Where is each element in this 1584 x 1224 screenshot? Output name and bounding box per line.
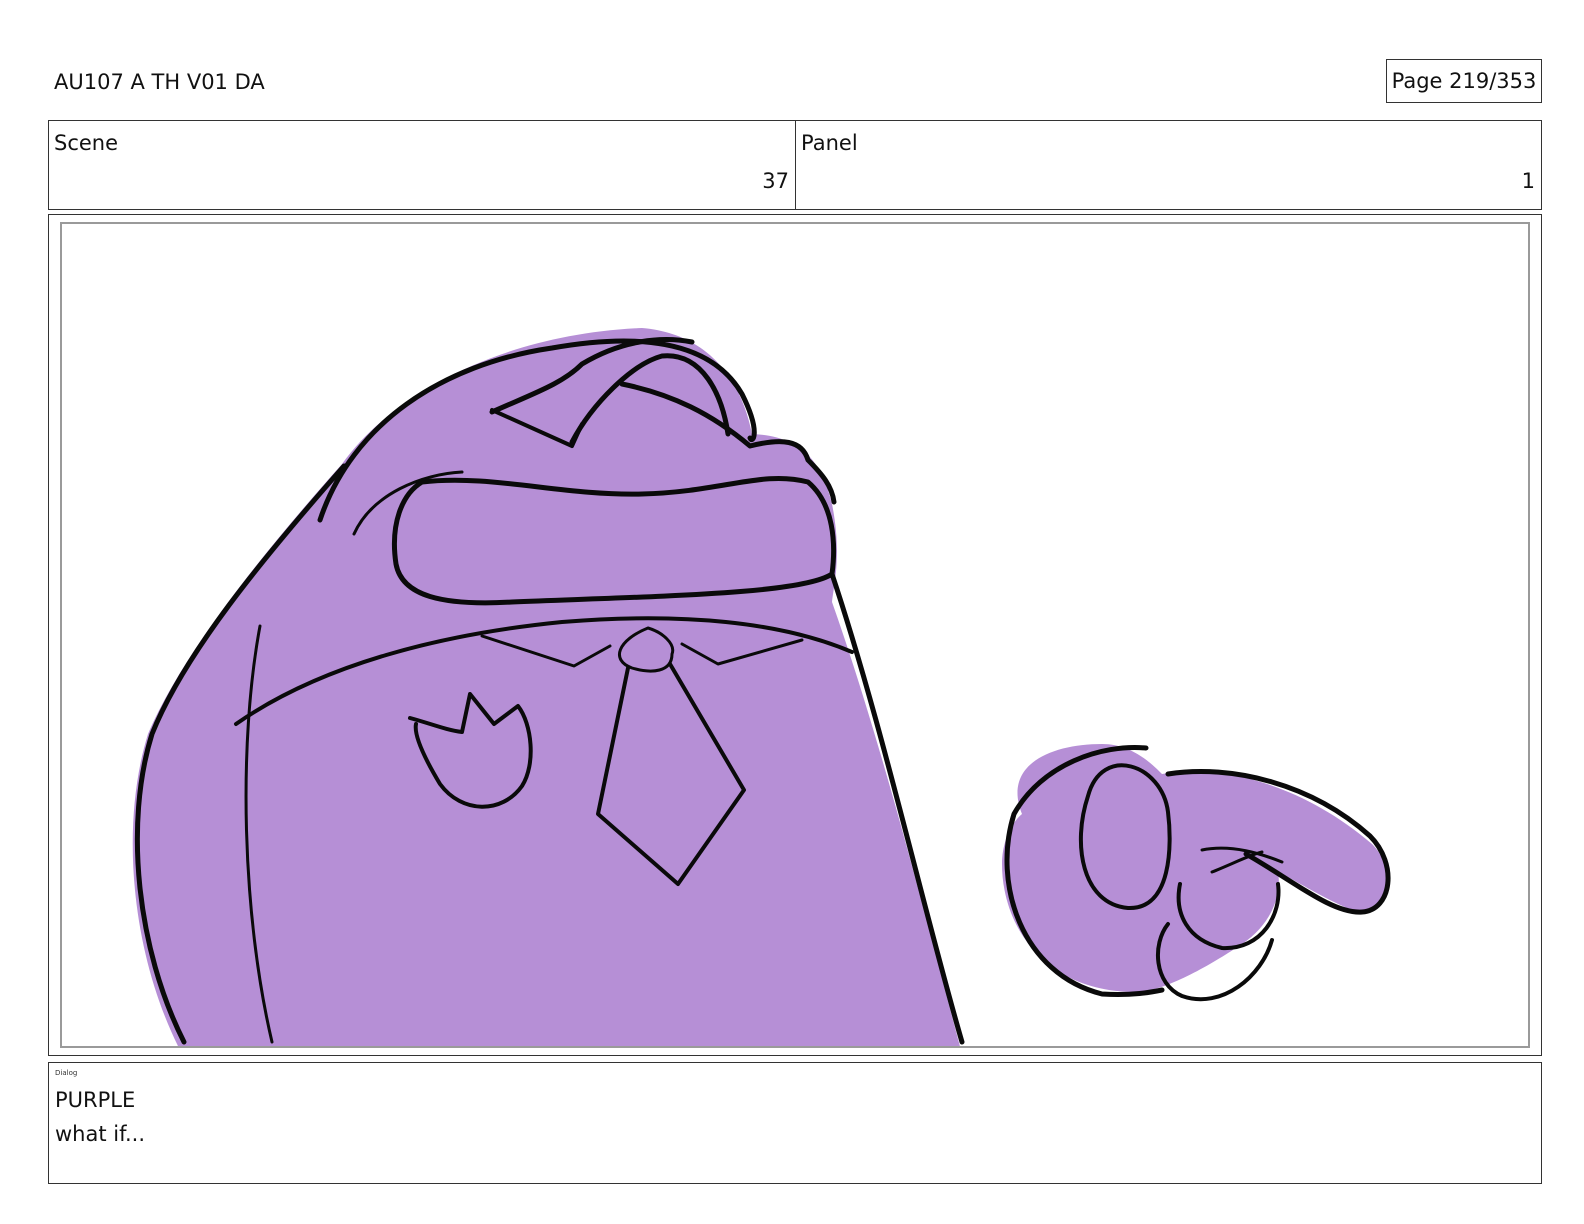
- pointing-hand: [1002, 744, 1391, 1002]
- panel-label: Panel: [801, 131, 858, 155]
- scene-cell: Scene 37: [49, 121, 796, 209]
- scene-panel-info: Scene 37 Panel 1: [48, 120, 1542, 210]
- hand-fill: [1002, 744, 1387, 993]
- storyboard-frame: [48, 214, 1542, 1056]
- dialog-label: Dialog: [55, 1069, 78, 1077]
- panel-cell: Panel 1: [796, 121, 1541, 209]
- character-body: [132, 328, 965, 1046]
- panel-number: 1: [1521, 169, 1535, 193]
- document-title: AU107 A TH V01 DA: [54, 70, 265, 94]
- dialog-speaker: PURPLE: [55, 1088, 136, 1112]
- dialog-line: what if...: [55, 1122, 145, 1146]
- scene-label: Scene: [54, 131, 119, 155]
- page-indicator: Page 219/353: [1386, 59, 1542, 103]
- storyboard-image-area: [60, 222, 1530, 1048]
- dialog-box: Dialog PURPLE what if...: [48, 1062, 1542, 1184]
- scene-number: 37: [762, 169, 789, 193]
- storyboard-drawing: [132, 328, 1391, 1046]
